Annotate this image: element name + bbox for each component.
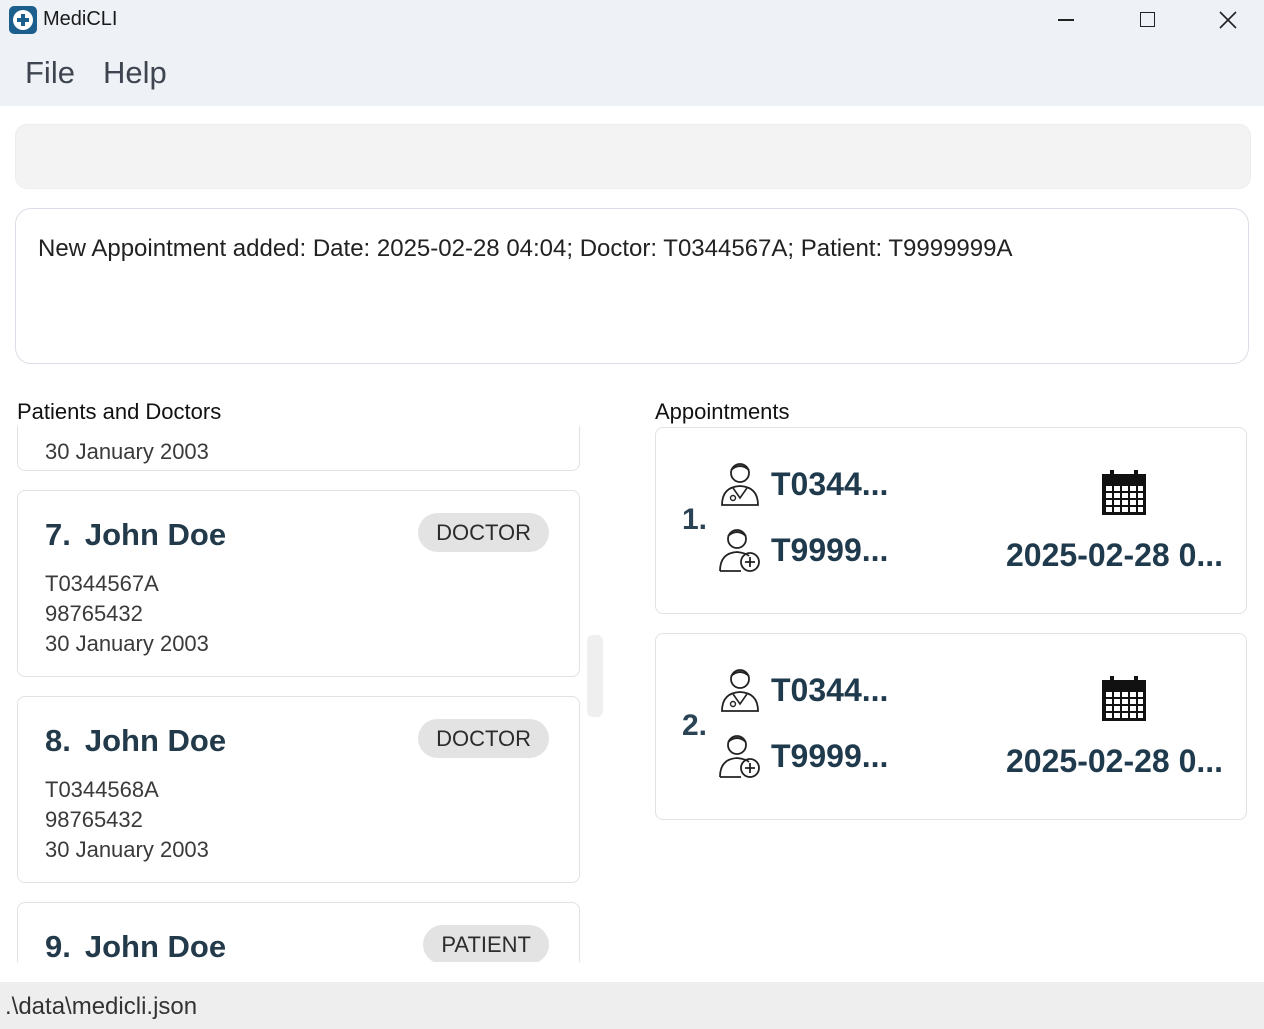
patient-icon (719, 735, 760, 778)
close-icon (1219, 11, 1237, 29)
person-phone: 98765432 (45, 807, 143, 832)
person-index: 8. (45, 723, 71, 758)
person-name: 8. John Doe (45, 723, 227, 758)
person-card[interactable]: 9. John Doe PATIENT (17, 902, 580, 962)
result-message: New Appointment added: Date: 2025-02-28 … (38, 235, 1013, 262)
appointment-doctor-id: T0344... (771, 672, 889, 708)
person-dob: 30 January 2003 (45, 837, 209, 862)
people-list[interactable]: 30 January 2003 7. John Doe DOCTOR T03445… (17, 426, 583, 962)
data-file-path: .\data\medicli.json (5, 993, 198, 1020)
role-badge: PATIENT (423, 925, 549, 962)
maximize-button[interactable] (1117, 0, 1177, 40)
doctor-icon (721, 669, 759, 712)
menu-file[interactable]: File (25, 55, 75, 91)
window-title: MediCLI (43, 8, 118, 30)
appointment-date: 2025-02-28 0... (1006, 537, 1224, 573)
role-badge: DOCTOR (418, 719, 549, 758)
result-display: New Appointment added: Date: 2025-02-28 … (15, 208, 1249, 364)
person-index: 9. (45, 929, 71, 962)
appointment-doctor-id: T0344... (771, 466, 889, 502)
person-index: 7. (45, 517, 71, 552)
appointment-card[interactable]: 2. T0344... T9999... 2025-02-28 0... (655, 633, 1247, 820)
appointment-patient-id: T9999... (771, 738, 889, 774)
menu-bar: File Help (0, 40, 1264, 106)
person-phone: 98765432 (45, 601, 143, 626)
person-name: 7. John Doe (45, 517, 227, 552)
person-nric: T0344568A (45, 777, 159, 802)
people-list-title: Patients and Doctors (17, 399, 222, 424)
calendar-icon (1102, 470, 1146, 515)
medical-cross-icon (9, 6, 37, 34)
maximize-icon (1140, 12, 1155, 27)
appointment-index: 2. (682, 709, 708, 742)
calendar-icon (1102, 676, 1146, 721)
appointment-index: 1. (682, 503, 708, 536)
command-box (15, 124, 1251, 189)
minimize-icon (1058, 19, 1074, 21)
person-card[interactable]: 8. John Doe DOCTOR T0344568A 98765432 30 … (17, 696, 580, 883)
person-dob: 30 January 2003 (45, 631, 209, 656)
person-card[interactable]: 30 January 2003 (17, 426, 580, 471)
appointments-list-title: Appointments (655, 399, 790, 424)
person-card[interactable]: 7. John Doe DOCTOR T0344567A 98765432 30 … (17, 490, 580, 677)
appointment-patient-id: T9999... (771, 532, 889, 568)
person-nric: T0344567A (45, 571, 159, 596)
command-input[interactable] (16, 125, 1250, 188)
appointment-card[interactable]: 1. T0344... T9999... 2025-02-28 0... (655, 427, 1247, 614)
title-bar: MediCLI (0, 0, 1264, 40)
person-dob: 30 January 2003 (45, 439, 209, 464)
minimize-button[interactable] (1036, 0, 1096, 40)
status-bar: .\data\medicli.json (0, 982, 1264, 1029)
person-name: 9. John Doe (45, 929, 227, 962)
role-badge: DOCTOR (418, 513, 549, 552)
patient-icon (719, 529, 760, 572)
close-button[interactable] (1198, 0, 1258, 40)
people-list-scrollbar[interactable] (587, 635, 603, 717)
menu-help[interactable]: Help (103, 55, 167, 91)
doctor-icon (721, 463, 759, 506)
appointment-date: 2025-02-28 0... (1006, 743, 1224, 779)
